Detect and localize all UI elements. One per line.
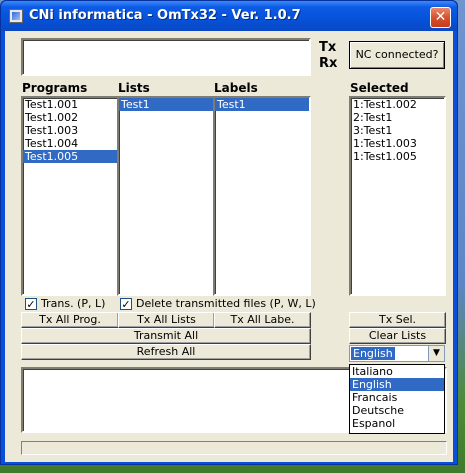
- list-item[interactable]: Test1.003: [23, 124, 117, 137]
- trans-checkbox-box[interactable]: ✓: [25, 297, 37, 310]
- tx-all-labels-label: Tx All Labe.: [230, 313, 295, 326]
- list-item[interactable]: 1:Test1.005: [351, 150, 444, 163]
- lists-listbox[interactable]: Test1: [117, 96, 215, 296]
- tx-all-prog-label: Tx All Prog.: [39, 313, 101, 326]
- list-item[interactable]: Test1.004: [23, 137, 117, 150]
- list-item[interactable]: 1:Test1.002: [351, 98, 444, 111]
- nc-connected-label: NC connected?: [355, 48, 439, 61]
- app-icon: [9, 9, 23, 23]
- language-select-value: English: [351, 347, 395, 360]
- delete-transmitted-checkbox-label: Delete transmitted files (P, W, L): [136, 297, 316, 310]
- labels-listbox[interactable]: Test1: [213, 96, 311, 296]
- close-button[interactable]: ✕: [430, 7, 451, 28]
- list-item-selected[interactable]: Test1: [119, 98, 213, 111]
- language-option-deutsche[interactable]: Deutsche: [350, 404, 444, 417]
- title-bar[interactable]: CNi informatica - OmTx32 - Ver. 1.0.7 ✕: [1, 1, 457, 31]
- selected-label: Selected: [350, 81, 409, 95]
- delete-transmitted-checkbox[interactable]: ✓ Delete transmitted files (P, W, L): [120, 297, 316, 310]
- refresh-all-button[interactable]: Refresh All: [21, 344, 311, 360]
- list-item[interactable]: Test1.001: [23, 98, 117, 111]
- tx-all-lists-button[interactable]: Tx All Lists: [118, 312, 215, 328]
- list-item[interactable]: 1:Test1.003: [351, 137, 444, 150]
- programs-label: Programs: [22, 81, 88, 95]
- window-title: CNi informatica - OmTx32 - Ver. 1.0.7: [29, 8, 301, 23]
- list-item[interactable]: 3:Test1: [351, 124, 444, 137]
- status-bar: [21, 441, 447, 455]
- transmit-all-button[interactable]: Transmit All: [21, 328, 311, 344]
- tx-all-prog-button[interactable]: Tx All Prog.: [21, 312, 119, 328]
- tx-sel-button[interactable]: Tx Sel.: [349, 312, 446, 328]
- lists-label: Lists: [118, 81, 150, 95]
- tx-all-lists-label: Tx All Lists: [137, 313, 196, 326]
- trans-checkbox-label: Trans. (P, L): [41, 297, 106, 310]
- list-item[interactable]: 2:Test1: [351, 111, 444, 124]
- language-option-italiano[interactable]: Italiano: [350, 365, 444, 378]
- tx-all-labels-button[interactable]: Tx All Labe.: [214, 312, 311, 328]
- selected-listbox[interactable]: 1:Test1.002 2:Test1 3:Test1 1:Test1.003 …: [349, 96, 446, 296]
- list-item-selected[interactable]: Test1.005: [23, 150, 117, 163]
- app-window: CNi informatica - OmTx32 - Ver. 1.0.7 ✕ …: [0, 0, 458, 465]
- language-option-espanol[interactable]: Espanol: [350, 417, 444, 430]
- chevron-down-icon[interactable]: ▼: [428, 346, 444, 361]
- trans-checkbox[interactable]: ✓ Trans. (P, L): [25, 297, 105, 310]
- language-dropdown[interactable]: Italiano English Francais Deutsche Espan…: [349, 364, 445, 434]
- programs-listbox[interactable]: Test1.001 Test1.002 Test1.003 Test1.004 …: [21, 96, 119, 296]
- language-select[interactable]: English ▼: [349, 345, 445, 362]
- nc-connected-button[interactable]: NC connected?: [349, 41, 445, 69]
- clear-lists-button[interactable]: Clear Lists: [349, 328, 446, 344]
- refresh-all-label: Refresh All: [136, 345, 196, 358]
- language-option-francais[interactable]: Francais: [350, 391, 444, 404]
- language-option-english[interactable]: English: [350, 378, 444, 391]
- delete-transmitted-checkbox-box[interactable]: ✓: [120, 297, 132, 310]
- client-area: Tx Rx NC connected? Programs Lists Label…: [5, 31, 453, 462]
- labels-label: Labels: [214, 81, 258, 95]
- list-item[interactable]: Test1.002: [23, 111, 117, 124]
- message-display: [21, 38, 311, 76]
- rx-indicator: Rx: [319, 56, 338, 71]
- tx-indicator: Tx: [319, 40, 337, 55]
- transmit-all-label: Transmit All: [133, 329, 199, 342]
- clear-lists-label: Clear Lists: [368, 329, 427, 342]
- list-item-selected[interactable]: Test1: [215, 98, 309, 111]
- tx-sel-label: Tx Sel.: [378, 313, 417, 326]
